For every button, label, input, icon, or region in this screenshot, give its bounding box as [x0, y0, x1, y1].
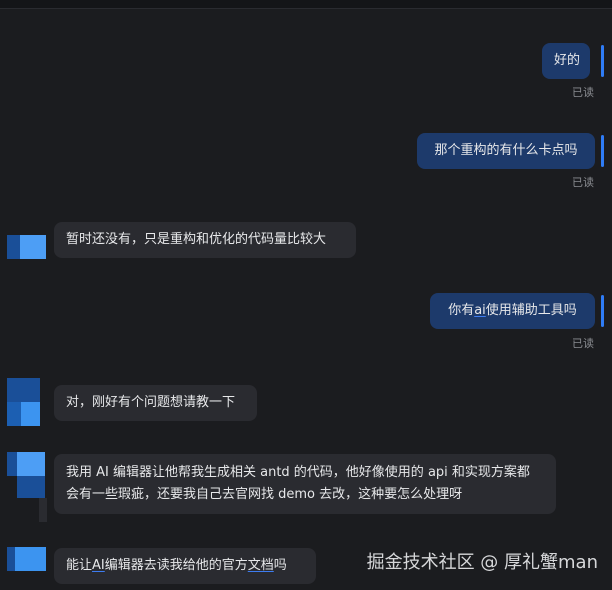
- message-text-line: 我用 AI 编辑器让他帮我生成相关 antd 的代码，他好像使用的 api 和实…: [66, 465, 530, 480]
- message-text-prefix: 你有: [448, 303, 475, 318]
- message-link[interactable]: AI: [92, 558, 105, 573]
- avatar[interactable]: [7, 452, 47, 522]
- avatar-pixel: [17, 476, 45, 498]
- avatar-pixel: [15, 547, 46, 571]
- message-link[interactable]: 文档: [248, 558, 274, 573]
- message-text: 那个重构的有什么卡点吗: [434, 143, 578, 158]
- avatar-pixel: [7, 452, 17, 476]
- top-bar: [0, 0, 612, 9]
- message-text-middle: 编辑器去读我给他的官方: [104, 558, 248, 573]
- avatar-pixel: [20, 235, 46, 259]
- message-link[interactable]: ai: [474, 303, 486, 318]
- read-status: 已读: [572, 176, 594, 189]
- watermark: 掘金技术社区 @ 厚礼蟹man: [366, 552, 598, 573]
- message-text: 暂时还没有，只是重构和优化的代码量比较大: [66, 232, 327, 247]
- message-bubble-self[interactable]: 那个重构的有什么卡点吗: [417, 133, 595, 169]
- message-bubble-other[interactable]: 能让AI编辑器去读我给他的官方文档吗: [54, 548, 316, 584]
- avatar-pixel: [7, 547, 15, 571]
- chat-window: 好的 已读 那个重构的有什么卡点吗 已读 暂时还没有，只是重构和优化的代码量比较…: [0, 0, 612, 590]
- message-text-suffix: 使用辅助工具吗: [485, 303, 577, 318]
- message-bubble-self[interactable]: 好的: [542, 43, 590, 79]
- avatar-pixel: [7, 235, 20, 259]
- read-status: 已读: [572, 86, 594, 99]
- avatar-pixel: [39, 498, 47, 522]
- avatar-pixel: [21, 402, 40, 426]
- avatar-pixel: [7, 378, 40, 402]
- message-text-prefix: 能让: [66, 558, 93, 573]
- avatar[interactable]: [7, 235, 47, 259]
- message-bubble-self[interactable]: 你有ai使用辅助工具吗: [430, 293, 595, 329]
- message-text: 好的: [554, 53, 581, 68]
- avatar[interactable]: [7, 547, 47, 571]
- message-accent-bar: [601, 135, 604, 167]
- avatar[interactable]: [7, 378, 47, 426]
- message-accent-bar: [601, 295, 604, 327]
- avatar-pixel: [17, 452, 45, 476]
- message-text: 对，刚好有个问题想请教一下: [66, 395, 236, 410]
- message-bubble-other[interactable]: 暂时还没有，只是重构和优化的代码量比较大: [54, 222, 356, 258]
- message-text-suffix: 吗: [273, 558, 287, 573]
- message-accent-bar: [601, 45, 604, 77]
- message-text-line: 会有一些瑕疵，还要我自己去官网找 demo 去改，这种要怎么处理呀: [66, 487, 463, 502]
- message-bubble-other[interactable]: 对，刚好有个问题想请教一下: [54, 385, 257, 421]
- message-bubble-other[interactable]: 我用 AI 编辑器让他帮我生成相关 antd 的代码，他好像使用的 api 和实…: [54, 454, 556, 514]
- read-status: 已读: [572, 337, 594, 350]
- avatar-pixel: [7, 402, 21, 426]
